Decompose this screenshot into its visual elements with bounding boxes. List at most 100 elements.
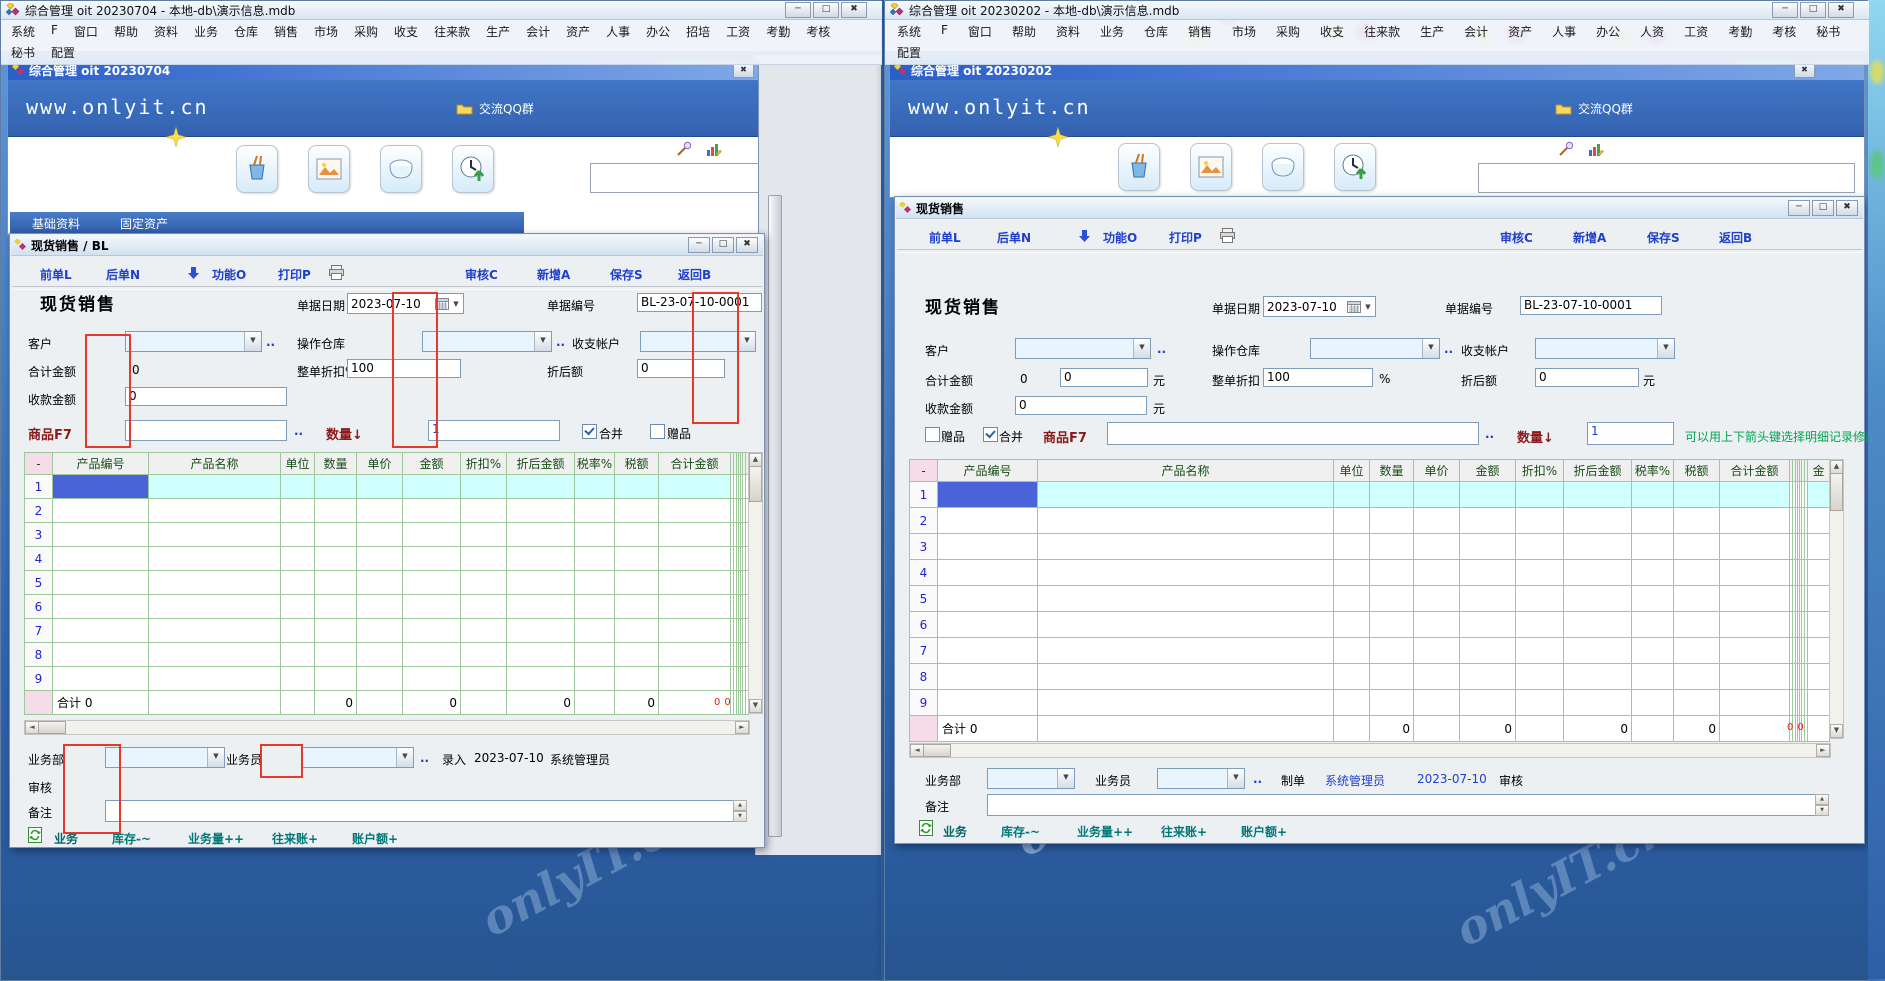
table-cell[interactable] xyxy=(938,638,1038,664)
table-cell[interactable] xyxy=(357,499,403,523)
note-spinner[interactable]: ▲ ▼ xyxy=(733,800,747,822)
scroll-down-icon[interactable]: ▼ xyxy=(749,699,762,713)
table-cell[interactable] xyxy=(1370,638,1414,664)
menu-item[interactable]: 考勤 xyxy=(758,21,798,42)
table-cell[interactable] xyxy=(53,643,149,667)
table-cell[interactable] xyxy=(1414,664,1460,690)
note-input[interactable] xyxy=(105,800,739,822)
maximize-icon[interactable]: □ xyxy=(813,2,839,18)
table-cell[interactable] xyxy=(1564,690,1632,716)
quantity-input[interactable]: 1 xyxy=(428,420,560,441)
table-cell[interactable] xyxy=(575,499,615,523)
table-cell[interactable] xyxy=(1370,664,1414,690)
table-cell[interactable] xyxy=(1564,482,1632,508)
quick-search-box[interactable] xyxy=(1478,163,1855,193)
menu-item[interactable]: 配置 xyxy=(43,42,83,63)
printer-icon[interactable] xyxy=(1219,228,1236,243)
table-cell[interactable] xyxy=(149,499,281,523)
table-cell[interactable] xyxy=(1370,508,1414,534)
table-cell[interactable] xyxy=(1564,664,1632,690)
scrollbar-thumb[interactable] xyxy=(749,466,762,502)
table-cell[interactable] xyxy=(1564,612,1632,638)
chevron-down-icon[interactable]: ▼ xyxy=(1361,303,1375,311)
table-cell[interactable] xyxy=(575,619,615,643)
lookup-dots[interactable]: .. xyxy=(1444,342,1453,356)
balance-link[interactable]: 账户额+ xyxy=(352,830,398,847)
table-cell[interactable] xyxy=(1674,534,1720,560)
table-cell[interactable] xyxy=(149,475,281,499)
table-cell[interactable] xyxy=(1674,508,1720,534)
scrollbar-thumb[interactable] xyxy=(38,721,66,734)
table-cell[interactable] xyxy=(615,475,659,499)
table-cell[interactable] xyxy=(1516,482,1564,508)
functions-button[interactable]: 功能O xyxy=(212,266,246,283)
chevron-down-icon[interactable]: ▼ xyxy=(396,748,413,767)
table-cell[interactable] xyxy=(1674,612,1720,638)
table-cell[interactable] xyxy=(315,595,357,619)
chevron-down-icon[interactable]: ▼ xyxy=(207,748,224,767)
table-cell[interactable] xyxy=(1720,586,1790,612)
column-header[interactable]: 金额 xyxy=(1460,460,1516,482)
table-cell[interactable] xyxy=(1564,638,1632,664)
product-input[interactable] xyxy=(125,420,287,441)
table-cell[interactable] xyxy=(1460,690,1516,716)
column-header[interactable]: 单位 xyxy=(1334,460,1370,482)
chevron-down-icon[interactable]: ▼ xyxy=(534,332,551,351)
column-header[interactable]: 折扣% xyxy=(1516,460,1564,482)
menu-item[interactable]: 工资 xyxy=(718,21,758,42)
menu-item[interactable]: 往来款 xyxy=(426,21,478,42)
column-header[interactable]: 税率% xyxy=(1632,460,1674,482)
table-cell[interactable] xyxy=(938,690,1038,716)
received-input[interactable]: 0 xyxy=(1015,396,1147,415)
table-cell[interactable] xyxy=(461,475,507,499)
table-cell[interactable] xyxy=(1334,560,1370,586)
chart-pencil-icon[interactable] xyxy=(1588,141,1604,157)
table-cell[interactable] xyxy=(315,499,357,523)
maximize-icon[interactable]: □ xyxy=(1800,2,1826,18)
column-header[interactable]: 单位 xyxy=(281,453,315,475)
menu-item[interactable]: 帮助 xyxy=(1002,21,1046,42)
scroll-left-icon[interactable]: ◄ xyxy=(910,744,924,757)
table-cell[interactable] xyxy=(461,667,507,691)
scrollbar-thumb[interactable] xyxy=(1830,473,1843,511)
table-cell[interactable] xyxy=(149,667,281,691)
close-icon[interactable]: ✖ xyxy=(1836,200,1858,216)
table-cell[interactable] xyxy=(938,612,1038,638)
table-cell[interactable] xyxy=(1334,534,1370,560)
stock-link[interactable]: 库存-~ xyxy=(1001,823,1040,840)
close-icon[interactable]: ✖ xyxy=(1828,2,1854,18)
column-header[interactable]: 折后金额 xyxy=(1564,460,1632,482)
table-cell[interactable] xyxy=(1720,560,1790,586)
volume-link[interactable]: 业务量++ xyxy=(188,830,244,847)
table-cell[interactable] xyxy=(1460,508,1516,534)
table-cell[interactable] xyxy=(281,547,315,571)
table-cell[interactable] xyxy=(1674,482,1720,508)
table-cell[interactable] xyxy=(507,499,575,523)
minimize-icon[interactable]: ─ xyxy=(785,2,811,18)
table-cell[interactable] xyxy=(1808,586,1830,612)
table-cell[interactable] xyxy=(1674,560,1720,586)
table-cell[interactable] xyxy=(315,643,357,667)
table-cell[interactable] xyxy=(615,667,659,691)
date-field[interactable]: 2023-07-10 ▼ xyxy=(1263,296,1376,317)
column-header[interactable]: 折扣% xyxy=(461,453,507,475)
table-cell[interactable] xyxy=(1808,482,1830,508)
made-user[interactable]: 系统管理员 xyxy=(1325,772,1385,789)
wand-icon[interactable] xyxy=(676,141,692,157)
table-cell[interactable] xyxy=(357,619,403,643)
table-cell[interactable] xyxy=(1808,560,1830,586)
menu-item[interactable]: 人资 xyxy=(1630,21,1674,42)
menu-item[interactable]: 销售 xyxy=(266,21,306,42)
clock-up-icon[interactable] xyxy=(452,145,494,193)
table-cell[interactable] xyxy=(615,571,659,595)
table-cell[interactable] xyxy=(281,571,315,595)
chevron-down-icon[interactable]: ▼ xyxy=(1657,339,1674,358)
audit-button[interactable]: 审核C xyxy=(465,266,498,283)
menu-item[interactable]: 考核 xyxy=(1762,21,1806,42)
menu-item[interactable]: 帮助 xyxy=(106,21,146,42)
tab[interactable]: 基础资料 xyxy=(32,215,80,232)
balance-link[interactable]: 账户额+ xyxy=(1241,823,1287,840)
table-cell[interactable] xyxy=(461,523,507,547)
table-cell[interactable] xyxy=(1334,638,1370,664)
save-button[interactable]: 保存S xyxy=(610,266,643,283)
